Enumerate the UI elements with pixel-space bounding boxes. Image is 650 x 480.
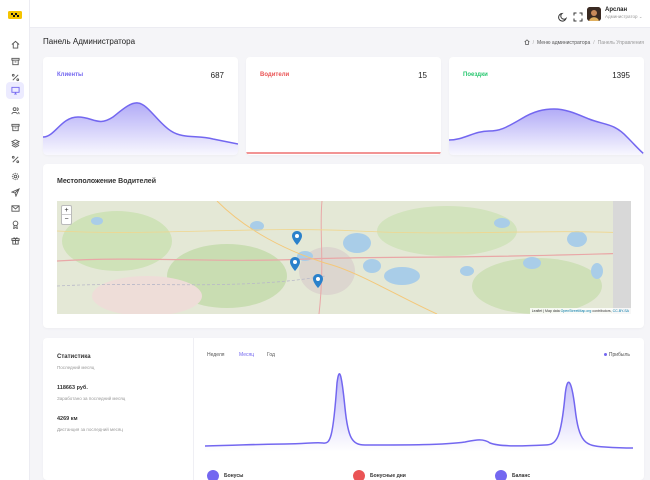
stat-label: Клиенты <box>57 72 84 78</box>
map-title: Местоположение Водителей <box>57 178 156 185</box>
attribution-suffix: contributors, <box>591 309 613 313</box>
balance-dot-icon <box>495 470 507 480</box>
tab-month[interactable]: Месяц <box>239 352 254 358</box>
legend-label: Бонусные дни <box>370 473 406 479</box>
sidebar <box>0 0 30 480</box>
profit-chart <box>205 373 633 452</box>
legend-bonuses: Бонусы <box>207 470 243 480</box>
percent-icon[interactable] <box>7 151 23 167</box>
profit-filter[interactable]: Прибыль <box>603 352 630 358</box>
tab-year[interactable]: Год <box>267 352 275 358</box>
legend-balance: Баланс <box>495 470 530 480</box>
users-icon[interactable] <box>7 102 23 118</box>
avatar[interactable] <box>587 7 601 21</box>
logo[interactable] <box>8 8 22 20</box>
trips-sparkline <box>449 108 644 155</box>
stat-label: Поездки <box>463 72 488 78</box>
divider <box>193 338 194 480</box>
distance-value: 4269 км <box>57 416 78 422</box>
breadcrumb: / Меню администратора / Панель Управлени… <box>523 39 644 47</box>
statistics-subtitle: Последний месяц <box>57 365 95 370</box>
stat-value: 1395 <box>612 71 630 80</box>
breadcrumb-item-current: Панель Управления <box>597 40 644 46</box>
driver-marker-icon[interactable] <box>313 274 323 288</box>
bonus-days-dot-icon <box>353 470 365 480</box>
map-card: Местоположение Водителей + − Leaflet | M… <box>43 164 644 328</box>
page-title: Панель Администратора <box>43 37 136 46</box>
drivers-sparkline <box>246 152 441 154</box>
breadcrumb-item-admin-menu[interactable]: Меню администратора <box>537 40 590 46</box>
legend-bonus-days: Бонусные дни <box>353 470 406 480</box>
stat-card-trips: Поездки 1395 <box>449 57 644 155</box>
archive-icon[interactable] <box>7 119 23 135</box>
earned-caption: Заработано за последний месяц <box>57 396 126 401</box>
send-icon[interactable] <box>7 184 23 200</box>
home-icon[interactable] <box>523 39 530 47</box>
stat-card-clients: Клиенты 687 <box>43 57 238 155</box>
legend-label: Бонусы <box>224 473 244 479</box>
zoom-in-button[interactable]: + <box>62 206 71 215</box>
user-name[interactable]: Арслан <box>605 7 627 13</box>
distance-caption: Дистанция за последний месяц <box>57 427 123 432</box>
drivers-map[interactable]: + − Leaflet | Map data OpenStreetMap.org… <box>57 201 631 314</box>
bonus-dot-icon <box>207 470 219 480</box>
zoom-control: + − <box>61 205 72 225</box>
home-icon[interactable] <box>7 36 23 52</box>
tab-week[interactable]: Неделя <box>207 352 224 358</box>
monitor-icon[interactable] <box>6 82 24 99</box>
map-tiles <box>57 201 631 314</box>
archive-icon[interactable] <box>7 53 23 69</box>
stat-card-drivers: Водители 15 <box>246 57 441 155</box>
award-icon[interactable] <box>7 216 23 232</box>
zoom-out-button[interactable]: − <box>62 215 71 224</box>
map-attribution: Leaflet | Map data OpenStreetMap.org con… <box>529 308 631 314</box>
user-role[interactable]: Администратор ⌄ <box>605 14 643 20</box>
moon-icon[interactable] <box>558 9 568 22</box>
statistics-title: Статистика <box>57 354 91 360</box>
osm-link[interactable]: OpenStreetMap.org <box>561 309 592 313</box>
profit-filter-label: Прибыль <box>608 352 630 358</box>
stat-value: 15 <box>418 71 427 80</box>
clients-sparkline <box>43 102 238 155</box>
gift-icon[interactable] <box>7 232 23 248</box>
earned-value: 118663 руб. <box>57 385 88 391</box>
statistics-card: Статистика Последний месяц 118663 руб. З… <box>43 338 644 480</box>
stat-label: Водители <box>260 72 290 78</box>
settings-icon[interactable] <box>7 168 23 184</box>
stat-value: 687 <box>210 71 224 80</box>
layers-icon[interactable] <box>7 135 23 151</box>
mail-icon[interactable] <box>7 200 23 216</box>
driver-marker-icon[interactable] <box>290 257 300 271</box>
driver-marker-icon[interactable] <box>292 231 302 245</box>
topbar: Арслан Администратор ⌄ <box>30 0 650 28</box>
legend-label: Баланс <box>512 473 531 479</box>
maximize-icon[interactable] <box>573 9 583 22</box>
attribution-prefix: Leaflet | Map data <box>531 309 561 313</box>
license-link[interactable]: CC-BY-SA <box>613 309 629 313</box>
